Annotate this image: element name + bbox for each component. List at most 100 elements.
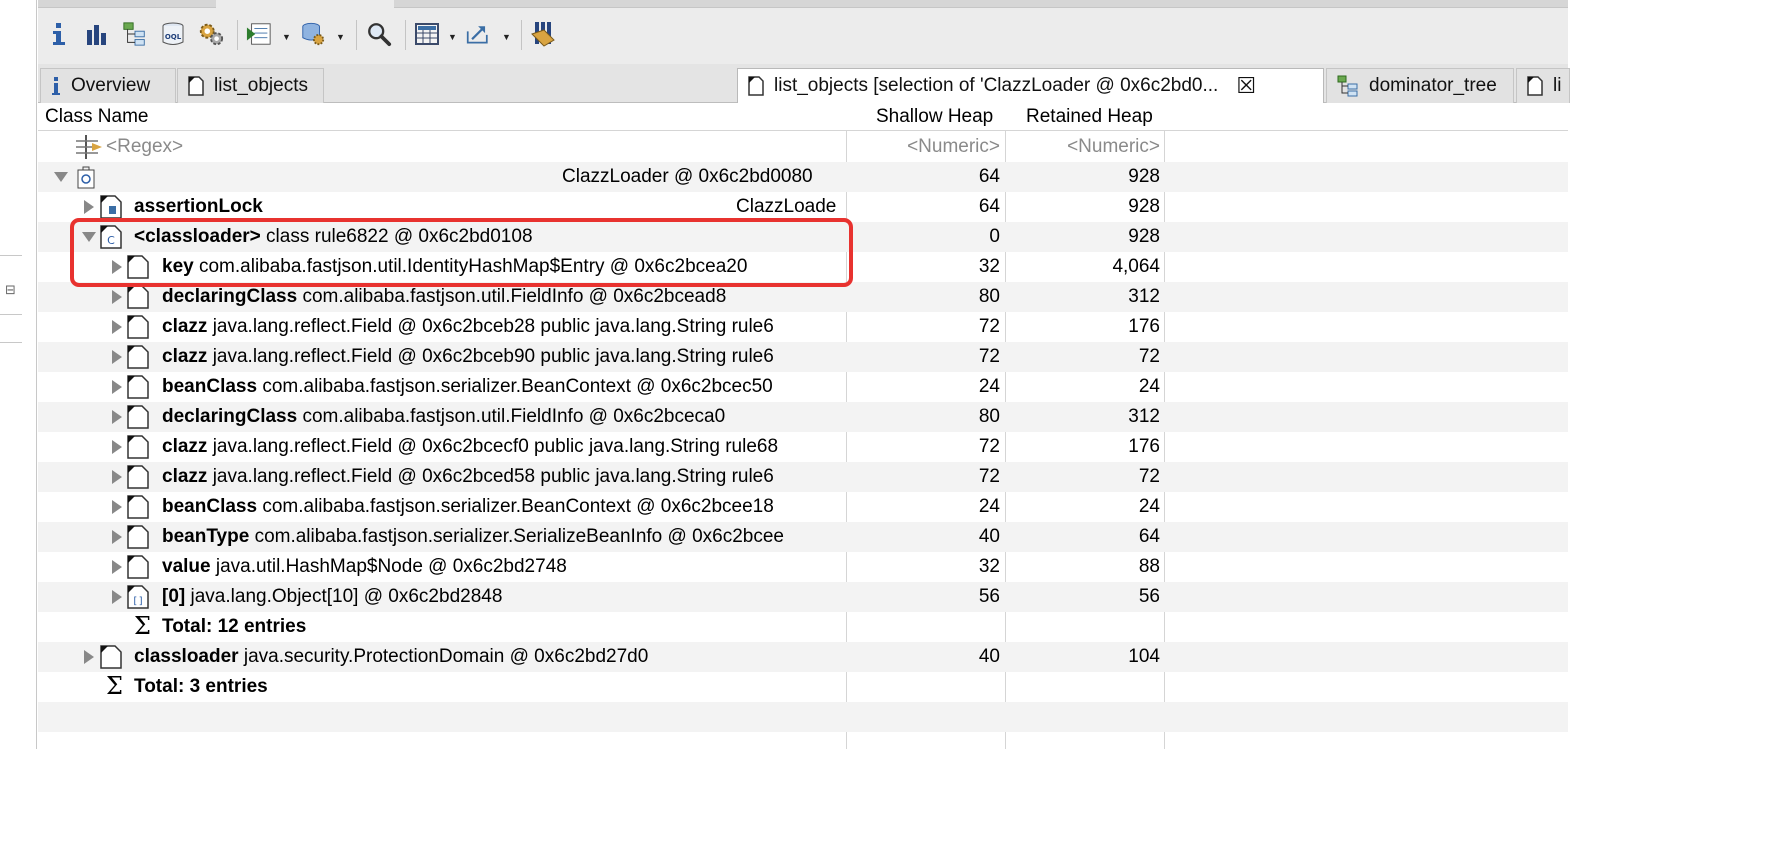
top-tab-gap xyxy=(216,0,394,8)
tab-list-objects-2[interactable]: li xyxy=(1516,68,1570,103)
table-row[interactable]: clazz java.lang.reflect.Field @ 0x6c2bce… xyxy=(38,312,1568,342)
chevron-down-icon[interactable]: ▼ xyxy=(502,32,511,42)
expand-arrow-icon[interactable] xyxy=(112,530,122,544)
gutter-divider xyxy=(0,342,22,343)
chevron-down-icon[interactable]: ▼ xyxy=(336,32,345,42)
regex-filter[interactable]: <Regex> xyxy=(106,136,183,158)
toolbar-separator xyxy=(356,20,357,50)
object-icon xyxy=(127,555,149,585)
expand-arrow-icon[interactable] xyxy=(112,590,122,604)
table-row[interactable]: value java.util.HashMap$Node @ 0x6c2bd27… xyxy=(38,552,1568,582)
table-row[interactable]: beanClass com.alibaba.fastjson.serialize… xyxy=(38,372,1568,402)
numeric-filter-retained[interactable]: <Numeric> xyxy=(1006,136,1160,158)
tab-label: Overview xyxy=(71,75,151,96)
table-row[interactable]: beanType com.alibaba.fastjson.serializer… xyxy=(38,522,1568,552)
column-header-class-name[interactable]: Class Name xyxy=(45,106,148,128)
pin-icon[interactable] xyxy=(530,21,556,47)
oql-icon[interactable]: OQL xyxy=(160,21,186,47)
object-icon xyxy=(127,495,149,525)
filter-row[interactable]: <Regex> <Numeric> <Numeric> xyxy=(38,132,1568,162)
column-header-retained-heap[interactable]: Retained Heap xyxy=(1026,106,1153,128)
field-name: declaringClass xyxy=(162,286,298,307)
shallow-heap: 72 xyxy=(978,346,1000,367)
retained-heap: 24 xyxy=(1138,496,1160,517)
row-label: clazz java.lang.reflect.Field @ 0x6c2bce… xyxy=(162,466,844,488)
expand-arrow-icon[interactable] xyxy=(112,350,122,364)
collapse-icon[interactable]: ⊟ xyxy=(5,283,16,298)
toolbar: OQL ▼ ▼ ▼ ▼ xyxy=(38,8,1568,64)
table-row[interactable]: clazz java.lang.reflect.Field @ 0x6c2bce… xyxy=(38,432,1568,462)
tab-label: li xyxy=(1553,75,1562,96)
tab-dominator-tree[interactable]: dominator_tree xyxy=(1326,68,1514,103)
collapse-arrow-icon[interactable] xyxy=(54,172,68,182)
row-label: beanClass com.alibaba.fastjson.serialize… xyxy=(162,376,844,398)
chevron-down-icon[interactable]: ▼ xyxy=(282,32,291,42)
object-icon xyxy=(127,315,149,345)
retained-heap: 88 xyxy=(1138,556,1160,577)
expand-arrow-icon[interactable] xyxy=(112,440,122,454)
calculator-icon[interactable] xyxy=(414,21,440,47)
gutter-divider xyxy=(0,255,22,256)
table-row-empty xyxy=(38,702,1568,732)
expand-arrow-icon[interactable] xyxy=(112,560,122,574)
row-value: java.lang.reflect.Field @ 0x6c2bced58 pu… xyxy=(212,466,774,487)
numeric-filter-shallow[interactable]: <Numeric> xyxy=(846,136,1000,158)
row-value: java.security.ProtectionDomain @ 0x6c2bd… xyxy=(243,646,649,667)
row-field: assertionLock xyxy=(134,196,318,218)
annotation-highlight-box xyxy=(70,218,853,287)
expand-arrow-icon[interactable] xyxy=(112,320,122,334)
expand-arrow-icon[interactable] xyxy=(84,650,94,664)
row-value: java.lang.reflect.Field @ 0x6c2bceb90 pu… xyxy=(212,346,774,367)
close-icon[interactable]: ☒ xyxy=(1236,74,1256,99)
table-row[interactable]: clazz java.lang.reflect.Field @ 0x6c2bce… xyxy=(38,342,1568,372)
object-icon xyxy=(127,465,149,495)
shallow-heap: 80 xyxy=(978,286,1000,307)
info-icon[interactable] xyxy=(46,21,72,47)
expand-arrow-icon[interactable] xyxy=(84,200,94,214)
retained-heap: 928 xyxy=(1128,166,1160,187)
row-label: classloader java.security.ProtectionDoma… xyxy=(134,646,648,668)
dominator-tree-icon[interactable] xyxy=(122,21,148,47)
query-browser-icon[interactable] xyxy=(300,21,326,47)
table-row[interactable]: classloader java.security.ProtectionDoma… xyxy=(38,642,1568,672)
table-row[interactable]: declaringClass com.alibaba.fastjson.util… xyxy=(38,402,1568,432)
table-row[interactable]: [] [0] java.lang.Object[10] @ 0x6c2bd284… xyxy=(38,582,1568,612)
shallow-heap: 72 xyxy=(978,436,1000,457)
field-name: clazz xyxy=(162,466,208,487)
run-expert-report-icon[interactable] xyxy=(246,21,272,47)
total-text: Total: 12 entries xyxy=(162,616,307,637)
shallow-heap: 32 xyxy=(978,556,1000,577)
expand-arrow-icon[interactable] xyxy=(112,290,122,304)
tab-list-objects-selection[interactable]: list_objects [selection of 'ClazzLoader … xyxy=(737,68,1324,104)
table-row[interactable]: ClazzLoader @ 0x6c2bd0080 64 928 xyxy=(38,162,1568,192)
editor-top-strip xyxy=(38,0,1568,8)
retained-heap: 176 xyxy=(1128,436,1160,457)
row-value: ClazzLoader @ 0x6c2bd0080 xyxy=(562,166,813,187)
table-row[interactable]: beanClass com.alibaba.fastjson.serialize… xyxy=(38,492,1568,522)
retained-heap: 928 xyxy=(1128,226,1160,247)
histogram-icon[interactable] xyxy=(84,21,110,47)
row-value: com.alibaba.fastjson.serializer.BeanCont… xyxy=(262,376,773,397)
expand-arrow-icon[interactable] xyxy=(112,470,122,484)
tab-list-objects[interactable]: list_objects xyxy=(177,68,324,103)
editor-tabs: Overview list_objects list_objects [sele… xyxy=(38,64,1570,104)
export-icon[interactable] xyxy=(466,21,492,47)
retained-heap: 72 xyxy=(1138,466,1160,487)
row-label: beanType com.alibaba.fastjson.serializer… xyxy=(162,526,844,548)
table-row[interactable]: clazz java.lang.reflect.Field @ 0x6c2bce… xyxy=(38,462,1568,492)
expand-arrow-icon[interactable] xyxy=(112,500,122,514)
object-list-icon xyxy=(748,76,764,96)
field-name: assertionLock xyxy=(134,196,263,217)
row-label: declaringClass com.alibaba.fastjson.util… xyxy=(162,406,844,428)
table-row-total: Σ Total: 12 entries xyxy=(38,612,1568,642)
expand-arrow-icon[interactable] xyxy=(112,380,122,394)
chevron-down-icon[interactable]: ▼ xyxy=(448,32,457,42)
heap-dump-overview-icon[interactable] xyxy=(198,21,224,47)
retained-heap: 72 xyxy=(1138,346,1160,367)
column-header-shallow-heap[interactable]: Shallow Heap xyxy=(876,106,993,128)
row-label: [0] java.lang.Object[10] @ 0x6c2bd2848 xyxy=(162,586,844,608)
field-name: declaringClass xyxy=(162,406,298,427)
tab-overview[interactable]: Overview xyxy=(40,68,176,103)
expand-arrow-icon[interactable] xyxy=(112,410,122,424)
search-icon[interactable] xyxy=(366,21,392,47)
